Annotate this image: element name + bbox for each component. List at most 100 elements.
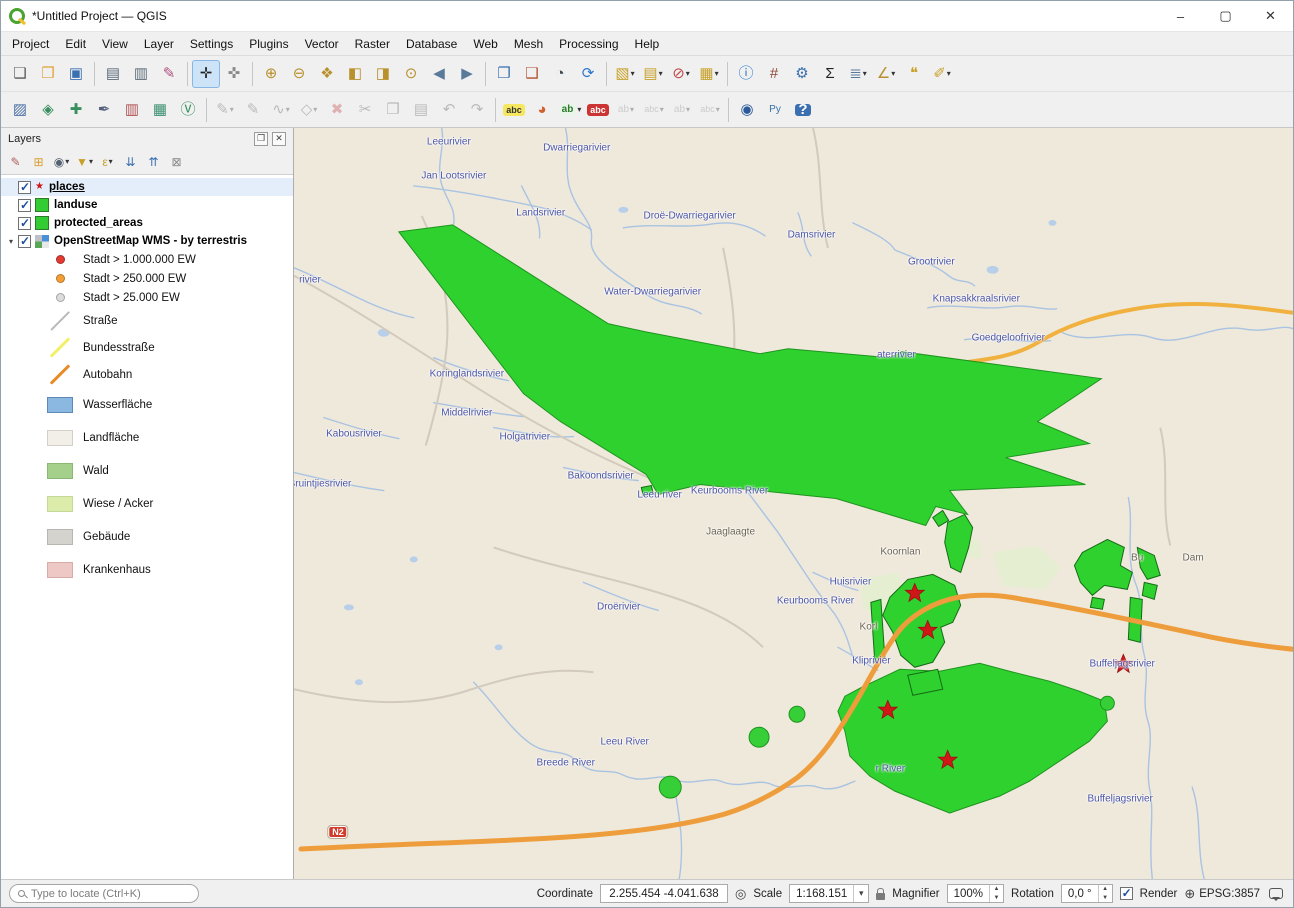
- maximize-button[interactable]: ▢: [1203, 1, 1248, 31]
- open-project-button[interactable]: ❒: [35, 61, 61, 87]
- data-source-manager-button[interactable]: ▨: [7, 97, 33, 123]
- menu-web[interactable]: Web: [465, 34, 505, 54]
- menu-help[interactable]: Help: [627, 34, 668, 54]
- field-calculator-button[interactable]: #: [761, 61, 787, 87]
- style-manager-button[interactable]: ✎: [156, 61, 182, 87]
- close-button[interactable]: ✕: [1248, 1, 1293, 31]
- layer-item-openstreetmap-wms-by-terrestris[interactable]: OpenStreetMap WMS - by terrestris: [1, 232, 293, 250]
- zoom-to-selection-button[interactable]: ◧: [342, 61, 368, 87]
- refresh-map-button[interactable]: ⟳: [575, 61, 601, 87]
- pin-labels-button[interactable]: ab▾: [557, 97, 583, 123]
- manage-map-themes-button[interactable]: ◉▾: [51, 151, 72, 172]
- crs-status[interactable]: ⊕ EPSG:3857: [1184, 886, 1260, 902]
- select-by-location-button[interactable]: ▦▾: [696, 61, 722, 87]
- metasearch-button[interactable]: ◉: [734, 97, 760, 123]
- rotation-spinbox[interactable]: 0,0 °: [1061, 884, 1113, 903]
- zoom-next-button[interactable]: ▶: [454, 61, 480, 87]
- lock-scale-icon[interactable]: [876, 893, 885, 900]
- spin-down-icon[interactable]: [1099, 894, 1112, 903]
- new-map-view-button[interactable]: ❐: [491, 61, 517, 87]
- menu-view[interactable]: View: [94, 34, 136, 54]
- annotations-button[interactable]: ✐▾: [929, 61, 955, 87]
- magnifier-spinbox[interactable]: 100%: [947, 884, 1004, 903]
- spin-up-icon[interactable]: [990, 885, 1003, 894]
- minimize-button[interactable]: –: [1158, 1, 1203, 31]
- layer-labeling-options-button[interactable]: abc: [501, 97, 527, 123]
- scale-combobox[interactable]: 1:168.151: [789, 884, 869, 903]
- help-button[interactable]: ?: [790, 97, 816, 123]
- new-shapefile-layer-button[interactable]: ✚: [63, 97, 89, 123]
- measure-button[interactable]: ∠▾: [873, 61, 899, 87]
- magnifier-spin-arrows[interactable]: [989, 885, 1003, 902]
- menu-raster[interactable]: Raster: [347, 34, 398, 54]
- menu-mesh[interactable]: Mesh: [506, 34, 551, 54]
- pan-to-selection-button[interactable]: ✜: [221, 61, 247, 87]
- menu-plugins[interactable]: Plugins: [241, 34, 296, 54]
- statistical-summary-button[interactable]: Σ: [817, 61, 843, 87]
- menu-edit[interactable]: Edit: [57, 34, 94, 54]
- layer-diagram-options-button[interactable]: ◕: [529, 97, 555, 123]
- expand-arrow-icon[interactable]: [4, 237, 18, 246]
- select-features-by-value-button[interactable]: ▤▾: [640, 61, 666, 87]
- new-project-button[interactable]: ❏: [7, 61, 33, 87]
- pan-map-button[interactable]: ✛: [193, 61, 219, 87]
- new-temporary-scratch-layer-button[interactable]: ▥: [119, 97, 145, 123]
- remove-layer-button[interactable]: ⊠: [166, 151, 187, 172]
- new-virtual-layer-button[interactable]: Ⓥ: [175, 97, 201, 123]
- show-layout-manager-button[interactable]: ▥: [128, 61, 154, 87]
- python-console-button[interactable]: Py: [762, 97, 788, 123]
- new-3d-map-view-button[interactable]: ❑: [519, 61, 545, 87]
- scale-dropdown-arrow-icon[interactable]: [853, 885, 868, 902]
- zoom-native-resolution-button[interactable]: ⊙: [398, 61, 424, 87]
- menu-layer[interactable]: Layer: [136, 34, 182, 54]
- spin-up-icon[interactable]: [1099, 885, 1112, 894]
- coordinate-field[interactable]: 2.255.454 -4.041.638: [600, 884, 728, 903]
- layer-visibility-checkbox[interactable]: [18, 181, 31, 194]
- select-features-button[interactable]: ▧▾: [612, 61, 638, 87]
- expand-all-button[interactable]: ⇊: [120, 151, 141, 172]
- collapse-all-button[interactable]: ⇈: [143, 151, 164, 172]
- zoom-to-layer-button[interactable]: ◨: [370, 61, 396, 87]
- map-canvas[interactable]: [294, 128, 1293, 879]
- new-spatialite-layer-button[interactable]: ✒: [91, 97, 117, 123]
- float-panel-button[interactable]: ❐: [254, 132, 268, 146]
- toolbar-1: ❏❒▣ ▤▥✎ ✛✜ ⊕⊖❖◧◨⊙◀▶ ❐❑◔⟳ ▧▾▤▾⊘▾▦▾ ⓘ#⚙Σ≣▾∠▾❝✐▾: [1, 55, 1293, 91]
- menu-processing[interactable]: Processing: [551, 34, 626, 54]
- zoom-full-extent-button[interactable]: ❖: [314, 61, 340, 87]
- filter-legend-button[interactable]: ▼▾: [74, 151, 95, 172]
- add-group-button[interactable]: ⊞: [28, 151, 49, 172]
- menu-vector[interactable]: Vector: [297, 34, 347, 54]
- zoom-last-button[interactable]: ◀: [426, 61, 452, 87]
- render-checkbox[interactable]: [1120, 887, 1133, 900]
- filter-by-expression-button[interactable]: ε▾: [97, 151, 118, 172]
- new-print-layout-button[interactable]: ▤: [100, 61, 126, 87]
- messages-icon[interactable]: [1269, 888, 1283, 899]
- zoom-in-button[interactable]: ⊕: [258, 61, 284, 87]
- menu-database[interactable]: Database: [398, 34, 465, 54]
- save-project-button[interactable]: ▣: [63, 61, 89, 87]
- layer-visibility-checkbox[interactable]: [18, 199, 31, 212]
- temporal-controller-button[interactable]: ◔: [547, 61, 573, 87]
- locate-search[interactable]: Type to locate (Ctrl+K): [9, 884, 199, 903]
- processing-toolbox-button[interactable]: ⚙: [789, 61, 815, 87]
- menu-project[interactable]: Project: [4, 34, 57, 54]
- new-geopackage-layer-button[interactable]: ◈: [35, 97, 61, 123]
- layer-visibility-checkbox[interactable]: [18, 235, 31, 248]
- close-panel-button[interactable]: ✕: [272, 132, 286, 146]
- map-tips-button[interactable]: ❝: [901, 61, 927, 87]
- zoom-out-button[interactable]: ⊖: [286, 61, 312, 87]
- open-attribute-table-button[interactable]: ≣▾: [845, 61, 871, 87]
- extents-icon[interactable]: ◎: [735, 886, 746, 902]
- identify-features-button[interactable]: ⓘ: [733, 61, 759, 87]
- highlight-pinned-labels-button[interactable]: abc: [585, 97, 611, 123]
- layer-item-places[interactable]: ★places: [1, 178, 293, 196]
- deselect-features-button[interactable]: ⊘▾: [668, 61, 694, 87]
- new-mesh-layer-button[interactable]: ▦: [147, 97, 173, 123]
- open-layer-styling-button[interactable]: ✎: [5, 151, 26, 172]
- menu-settings[interactable]: Settings: [182, 34, 241, 54]
- layer-visibility-checkbox[interactable]: [18, 217, 31, 230]
- layer-item-landuse[interactable]: landuse: [1, 196, 293, 214]
- layer-item-protected-areas[interactable]: protected_areas: [1, 214, 293, 232]
- spin-down-icon[interactable]: [990, 894, 1003, 903]
- rotation-spin-arrows[interactable]: [1098, 885, 1112, 902]
